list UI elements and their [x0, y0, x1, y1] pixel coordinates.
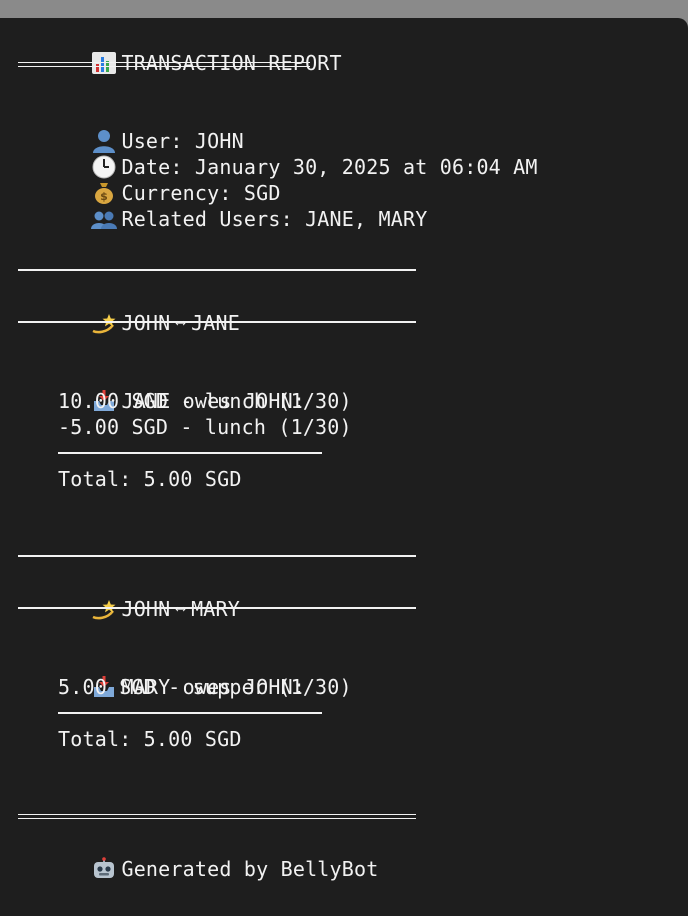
footer-double-rule	[18, 814, 416, 819]
section-1-header: JOHN ⟷ JANE	[18, 284, 240, 335]
related-users-label: Related Users: JANE, MARY	[121, 207, 428, 231]
section-1-total: Total: 5.00 SGD	[58, 467, 242, 491]
section-2-total-rule	[58, 712, 322, 714]
user-line: User: JOHN	[18, 102, 244, 153]
section-1-left: JOHN	[121, 311, 171, 335]
section-2-total: Total: 5.00 SGD	[58, 727, 242, 751]
date-line: Date: January 30, 2025 at 06:04 AM	[18, 128, 538, 179]
section-2-right: MARY	[191, 597, 241, 621]
robot-icon	[91, 856, 121, 880]
footer-generated: Generated by BellyBot	[121, 857, 379, 881]
users-icon	[91, 206, 121, 230]
section-1-item-1: 10.00 SGD - lunch (1/30)	[58, 389, 352, 413]
section-1-right: JANE	[191, 311, 241, 335]
section-1-total-rule	[58, 452, 322, 454]
section-2-header: JOHN ⟷ MARY	[18, 570, 240, 621]
section-1-item-2: -5.00 SGD - lunch (1/30)	[58, 415, 352, 439]
section-2-bottom-rule	[18, 607, 416, 609]
related-users-line: Related Users: JANE, MARY	[18, 180, 427, 231]
section-1-top-rule	[18, 269, 416, 271]
footer-line: Generated by BellyBot	[18, 830, 379, 881]
title-underline	[18, 62, 310, 67]
report-title-line: TRANSACTION REPORT	[18, 24, 342, 75]
terminal-window: TRANSACTION REPORT User: JOHN Date: Janu…	[0, 18, 688, 916]
section-2-arrow: ⟷	[176, 601, 186, 617]
section-2-left: JOHN	[121, 597, 171, 621]
currency-line: $ Currency: SGD	[18, 154, 281, 205]
section-2-top-rule	[18, 555, 416, 557]
section-1-owes-line: JANE owes JOHN:	[18, 362, 305, 413]
section-1-bottom-rule	[18, 321, 416, 323]
section-1-arrow: ⟷	[176, 315, 186, 331]
section-2-item-1: 5.00 SGD - supper (1/30)	[58, 675, 352, 699]
section-2-owes-line: MARY owes JOHN:	[18, 648, 305, 699]
